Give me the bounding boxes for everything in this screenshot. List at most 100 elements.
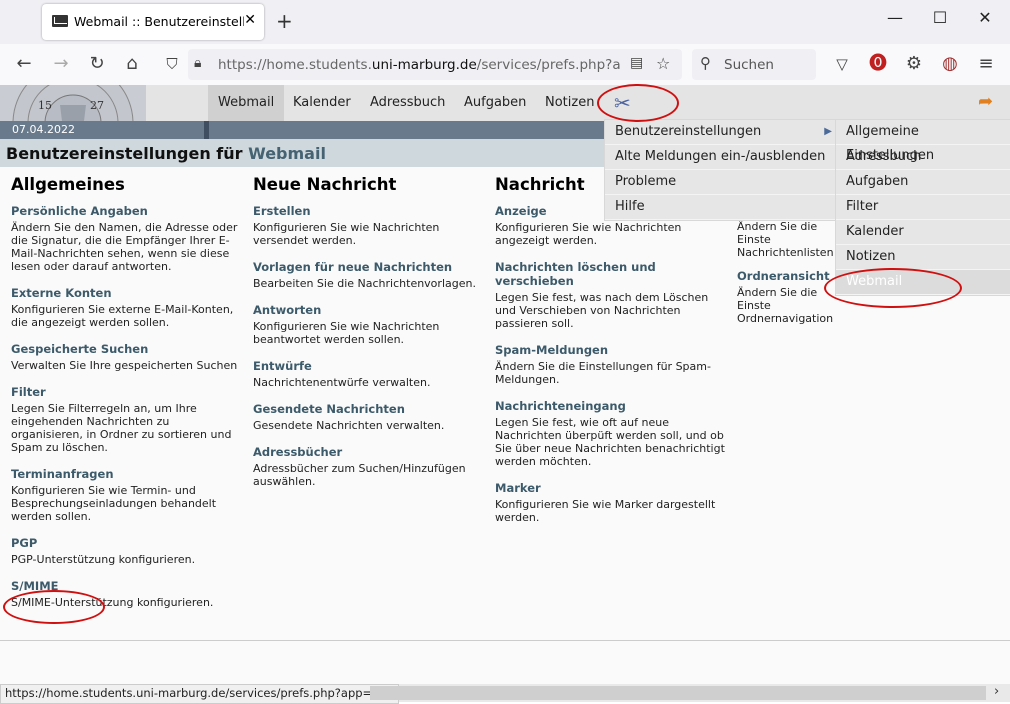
prefs-description: Konfigurieren Sie wie Nachrichten versen…	[253, 221, 440, 247]
url-text: https://home.students.uni-marburg.de/ser…	[218, 57, 620, 73]
prefs-item: Antworten Konfigurieren Sie wie Nachricht…	[253, 303, 483, 346]
search-placeholder: Suchen	[724, 57, 774, 73]
browser-nav-bar: ← → ↻ ⌂ ⛉ 🔒︎ https://home.students.uni-m…	[0, 44, 1010, 86]
prefs-item: Externe Konten Konfigurieren Sie externe …	[11, 286, 243, 329]
search-icon: ⚲	[700, 54, 711, 72]
submenu-item-notizen[interactable]: Notizen	[836, 245, 1010, 270]
prefs-item: Entwürfe Nachrichtenentwürfe verwalten.	[253, 359, 483, 389]
reload-icon[interactable]: ↻	[85, 52, 109, 76]
prefs-item: Terminanfragen Konfigurieren Sie wie Term…	[11, 467, 243, 523]
prefs-link-pgp[interactable]: PGP	[11, 536, 243, 550]
prefs-description: Ändern Sie die Einste Nachrichtenlisten	[737, 220, 834, 259]
prefs-item: Filter Legen Sie Filterregeln an, um Ihre…	[11, 385, 243, 454]
forward-icon[interactable]: →	[49, 52, 73, 76]
prefs-link-adressbuecher[interactable]: Adressbücher	[253, 445, 483, 459]
prefs-link-persoenliche-angaben[interactable]: Persönliche Angaben	[11, 204, 243, 218]
university-seal-logo: 15 27	[0, 85, 146, 121]
column-heading: Allgemeines	[11, 175, 125, 194]
submenu-item-kalender[interactable]: Kalender	[836, 220, 1010, 245]
content-divider	[0, 640, 1010, 641]
prefs-item: Nachrichteneingang Legen Sie fest, wie of…	[495, 399, 725, 468]
menu-item-probleme[interactable]: Probleme	[605, 170, 836, 195]
prefs-item: Persönliche Angaben Ändern Sie den Namen,…	[11, 204, 243, 273]
tab-title: Webmail :: Benutzereinstellunge	[74, 14, 244, 29]
home-icon[interactable]: ⌂	[120, 52, 144, 76]
prefs-column-neue-nachricht: Neue Nachricht Erstellen Konfigurieren Si…	[253, 175, 483, 501]
prefs-item: Spam-Meldungen Ändern Sie die Einstellung…	[495, 343, 725, 386]
prefs-description: Gesendete Nachrichten verwalten.	[253, 419, 445, 432]
url-bar[interactable]: 🔒︎ https://home.students.uni-marburg.de/…	[188, 49, 682, 80]
prefs-link-entwuerfe[interactable]: Entwürfe	[253, 359, 483, 373]
submenu-item-allgemeine-einstellungen[interactable]: Allgemeine Einstellungen	[836, 120, 1010, 163]
close-window-icon[interactable]: ✕	[970, 8, 1000, 27]
search-box[interactable]: ⚲ Suchen	[692, 49, 816, 80]
reader-view-icon[interactable]: ▤	[630, 55, 643, 71]
column-heading: Neue Nachricht	[253, 175, 397, 194]
browser-tab-bar: Webmail :: Benutzereinstellunge ✕ + — ☐ …	[0, 0, 1010, 44]
new-tab-icon[interactable]: +	[276, 9, 293, 33]
menu-item-hilfe[interactable]: Hilfe	[605, 195, 836, 220]
hamburger-menu-icon[interactable]: ≡	[974, 52, 998, 76]
prefs-link-erstellen[interactable]: Erstellen	[253, 204, 483, 218]
tools-menu: Benutzereinstellungen ▶ Alte Meldungen ei…	[604, 119, 837, 221]
prefs-description: Legen Sie fest, was nach dem Löschen und…	[495, 291, 709, 330]
menu-item-alte-meldungen[interactable]: Alte Meldungen ein-/ausblenden	[605, 145, 836, 170]
prefs-column-allgemeines: Allgemeines Persönliche Angaben Ändern Si…	[11, 175, 243, 622]
nav-webmail[interactable]: Webmail	[208, 85, 285, 121]
submenu-item-adressbuch[interactable]: Adressbuch	[836, 145, 1010, 170]
prefs-item: Erstellen Konfigurieren Sie wie Nachricht…	[253, 204, 483, 247]
prefs-link-nachrichteneingang[interactable]: Nachrichteneingang	[495, 399, 725, 413]
mail-favicon-icon	[52, 15, 68, 27]
prefs-link-vorlagen[interactable]: Vorlagen für neue Nachrichten	[253, 260, 483, 274]
scroll-right-arrow-icon[interactable]: ›	[994, 684, 999, 699]
bookmark-star-icon[interactable]: ☆	[656, 54, 670, 73]
prefs-description: Bearbeiten Sie die Nachrichtenvorlagen.	[253, 277, 476, 290]
status-url: https://home.students.uni-marburg.de/ser…	[0, 684, 399, 704]
submenu-arrow-icon: ▶	[824, 126, 832, 137]
prefs-item: Adressbücher Adressbücher zum Suchen/Hinz…	[253, 445, 483, 488]
extension-gear-icon[interactable]: ⚙	[902, 52, 926, 76]
logout-icon[interactable]: ➦	[978, 91, 998, 112]
extension-red-icon[interactable]: ⓿	[866, 52, 890, 76]
prefs-link-marker[interactable]: Marker	[495, 481, 725, 495]
prefs-description: Konfigurieren Sie wie Marker dargestellt…	[495, 498, 716, 524]
seal-number-right: 27	[90, 99, 104, 112]
nav-notizen[interactable]: Notizen	[535, 85, 604, 121]
horizontal-scrollbar[interactable]	[370, 686, 986, 700]
prefs-item: Marker Konfigurieren Sie wie Marker darge…	[495, 481, 725, 524]
prefs-link-externe-konten[interactable]: Externe Konten	[11, 286, 243, 300]
prefs-item: Ändern Sie die Einste Nachrichtenlisten	[737, 220, 847, 259]
menu-item-benutzereinstellungen[interactable]: Benutzereinstellungen ▶	[605, 120, 836, 145]
shield-icon[interactable]: ⛉	[160, 52, 184, 76]
page-title: Benutzereinstellungen für Webmail	[6, 144, 326, 163]
nav-aufgaben[interactable]: Aufgaben	[454, 85, 536, 121]
minimize-icon[interactable]: —	[880, 8, 910, 27]
lock-icon[interactable]: 🔒︎	[194, 55, 201, 71]
prefs-description: Konfigurieren Sie wie Termin- und Bespre…	[11, 484, 217, 523]
nav-kalender[interactable]: Kalender	[283, 85, 361, 121]
prefs-link-antworten[interactable]: Antworten	[253, 303, 483, 317]
prefs-description: Verwalten Sie Ihre gespeicherten Suchen	[11, 359, 238, 372]
seal-number-left: 15	[38, 99, 52, 112]
current-date: 07.04.2022	[12, 123, 75, 136]
prefs-link-spam-meldungen[interactable]: Spam-Meldungen	[495, 343, 725, 357]
prefs-link-filter[interactable]: Filter	[11, 385, 243, 399]
tab-close-icon[interactable]: ✕	[244, 12, 256, 28]
annotation-ellipse-tools	[597, 84, 679, 122]
prefs-description: Konfigurieren Sie wie Nachrichten beantw…	[253, 320, 440, 346]
date-bar-separator	[204, 121, 209, 139]
prefs-description: Ändern Sie die Einstellungen für Spam-Me…	[495, 360, 711, 386]
back-icon[interactable]: ←	[12, 52, 36, 76]
extension-profile-icon[interactable]: ◍	[938, 52, 962, 76]
nav-adressbuch[interactable]: Adressbuch	[360, 85, 455, 121]
prefs-link-loeschen-verschieben[interactable]: Nachrichten löschen und verschieben	[495, 260, 725, 288]
browser-tab[interactable]: Webmail :: Benutzereinstellunge ✕	[42, 4, 264, 40]
prefs-link-terminanfragen[interactable]: Terminanfragen	[11, 467, 243, 481]
maximize-icon[interactable]: ☐	[925, 8, 955, 27]
annotation-ellipse-smime	[3, 590, 105, 624]
pocket-icon[interactable]: ▽	[830, 52, 854, 76]
submenu-item-filter[interactable]: Filter	[836, 195, 1010, 220]
prefs-link-gespeicherte-suchen[interactable]: Gespeicherte Suchen	[11, 342, 243, 356]
submenu-item-aufgaben[interactable]: Aufgaben	[836, 170, 1010, 195]
prefs-link-gesendete-nachrichten[interactable]: Gesendete Nachrichten	[253, 402, 483, 416]
